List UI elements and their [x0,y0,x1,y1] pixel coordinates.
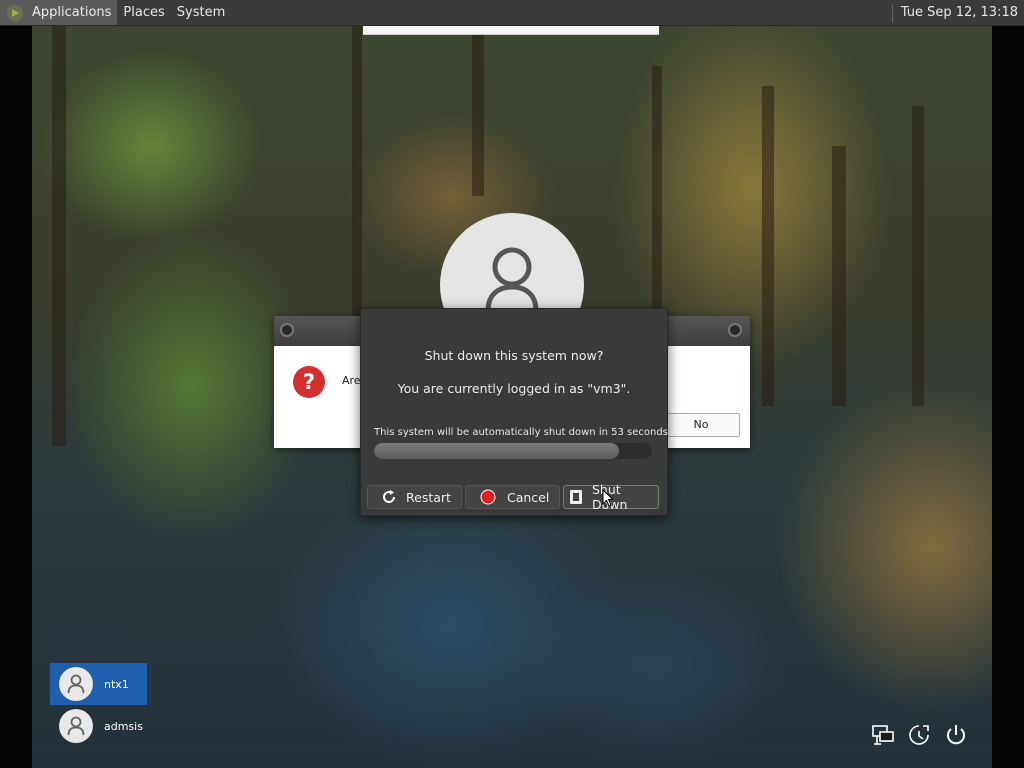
applications-menu[interactable]: Applications [0,0,118,25]
user-avatar-icon [59,667,93,701]
user-name: ntx1 [104,677,129,691]
restart-icon [381,489,397,505]
logged-in-message: You are currently logged in as "vm3". [397,381,631,396]
applications-logo-icon [7,4,23,21]
cancel-icon [480,489,496,505]
no-button[interactable]: No [662,413,740,437]
restart-label: Restart [406,489,451,505]
right-border [992,26,1024,768]
network-icon[interactable] [870,722,896,748]
shutdown-dialog: Shut down this system now? You are curre… [360,308,668,516]
cancel-button[interactable]: Cancel [465,485,560,509]
top-panel: Applications Places System Tue Sep 12, 1… [0,0,1024,26]
left-border [0,26,32,768]
user-icon [485,247,539,311]
panel-separator [891,3,893,22]
dialog-title: Shut down this system now? [424,348,604,363]
countdown-progress-fill [374,443,619,459]
power-icon[interactable] [943,722,969,748]
applications-menu-label: Applications [32,5,112,20]
clock[interactable]: Tue Sep 12, 13:18 [901,5,1024,20]
user-item-ntx1[interactable]: ntx1 [50,663,147,705]
mouse-cursor-icon [602,489,614,507]
user-name: admsis [104,719,143,733]
user-avatar-icon [59,709,93,743]
countdown-message: This system will be automatically shut d… [374,427,668,438]
window-menu-button[interactable] [280,323,294,337]
question-icon: ? [293,366,325,398]
cancel-label: Cancel [507,489,550,505]
dialog-message: Are [342,374,361,387]
accessibility-icon[interactable] [906,722,932,748]
places-menu[interactable]: Places [117,0,170,25]
window-close-button[interactable] [728,323,742,337]
countdown-progress-bar [374,443,652,459]
user-item-admsis[interactable]: admsis [50,705,147,747]
shutdown-icon [568,489,584,505]
background-window-toolbar [363,26,659,35]
system-menu[interactable]: System [171,0,231,25]
restart-button[interactable]: Restart [367,485,462,509]
